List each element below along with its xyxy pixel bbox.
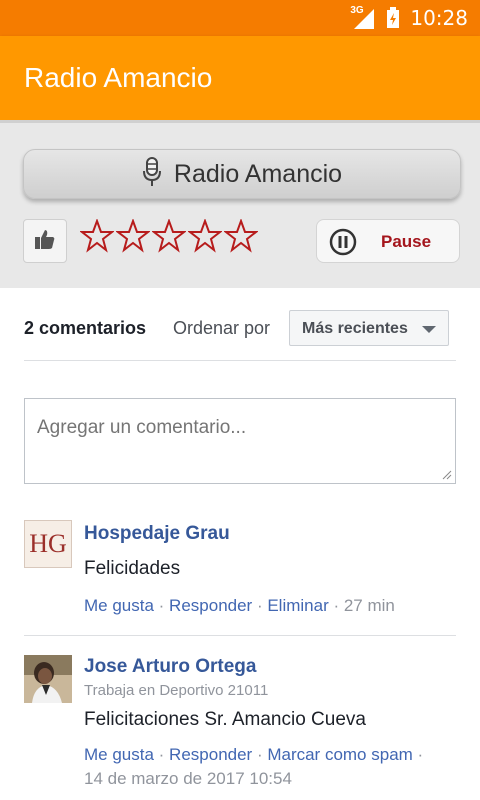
reply-link[interactable]: Responder bbox=[169, 745, 252, 764]
app-bar: Radio Amancio bbox=[0, 36, 480, 120]
mark-spam-link[interactable]: Marcar como spam bbox=[267, 745, 412, 764]
signal-icon: 3G bbox=[350, 5, 376, 29]
order-value: Más recientes bbox=[302, 320, 408, 337]
resize-grip-icon[interactable] bbox=[442, 470, 452, 480]
comment-text: Felicidades bbox=[84, 558, 181, 579]
comment-author[interactable]: Hospedaje Grau bbox=[84, 522, 456, 546]
comment-actions: Me gusta · Responder · Eliminar · 27 min bbox=[84, 596, 395, 615]
station-label: Radio Amancio bbox=[173, 159, 343, 188]
comments-header: 2 comentarios Ordenar por Más recientes bbox=[24, 310, 456, 361]
comment-time[interactable]: 27 min bbox=[344, 596, 395, 615]
author-subtitle: Trabaja en Deportivo 21011 bbox=[84, 682, 269, 699]
pause-icon bbox=[329, 228, 357, 261]
comment-actions: Me gusta · Responder · Marcar como spam … bbox=[84, 745, 424, 788]
order-select[interactable]: Más recientes bbox=[289, 310, 449, 346]
comment-time[interactable]: 14 de marzo de 2017 10:54 bbox=[84, 769, 292, 788]
app-title: Radio Amancio bbox=[24, 62, 213, 93]
avatar[interactable] bbox=[24, 655, 72, 703]
rating-stars bbox=[80, 219, 258, 253]
comment-count: 2 comentarios bbox=[24, 318, 147, 338]
avatar[interactable]: HG bbox=[24, 520, 72, 568]
comment-text: Felicitaciones Sr. Amancio Cueva bbox=[84, 709, 366, 730]
player-panel: Radio Amancio Pause bbox=[0, 120, 480, 288]
pause-button[interactable]: Pause bbox=[316, 219, 460, 263]
star-icon[interactable] bbox=[188, 219, 222, 253]
divider bbox=[24, 635, 456, 636]
star-icon[interactable] bbox=[116, 219, 150, 253]
microphone-icon bbox=[142, 156, 162, 192]
thumbs-up-icon bbox=[33, 227, 57, 256]
star-icon[interactable] bbox=[152, 219, 186, 253]
clock: 10:28 bbox=[410, 6, 468, 30]
comment-input-box bbox=[24, 398, 456, 484]
delete-link[interactable]: Eliminar bbox=[267, 596, 328, 615]
battery-icon bbox=[386, 7, 400, 29]
order-label: Ordenar por bbox=[173, 318, 271, 338]
station-button[interactable]: Radio Amancio bbox=[23, 149, 461, 199]
star-icon[interactable] bbox=[80, 219, 114, 253]
comment-author[interactable]: Jose Arturo Ortega bbox=[84, 655, 456, 679]
comment-input[interactable] bbox=[25, 399, 455, 483]
chevron-down-icon bbox=[422, 326, 436, 333]
like-link[interactable]: Me gusta bbox=[84, 596, 154, 615]
reply-link[interactable]: Responder bbox=[169, 596, 252, 615]
status-bar: 3G 10:28 bbox=[0, 0, 480, 36]
like-button[interactable] bbox=[23, 219, 67, 263]
like-link[interactable]: Me gusta bbox=[84, 745, 154, 764]
avatar-initials: HG bbox=[29, 529, 67, 558]
star-icon[interactable] bbox=[224, 219, 258, 253]
pause-label: Pause bbox=[381, 232, 432, 251]
